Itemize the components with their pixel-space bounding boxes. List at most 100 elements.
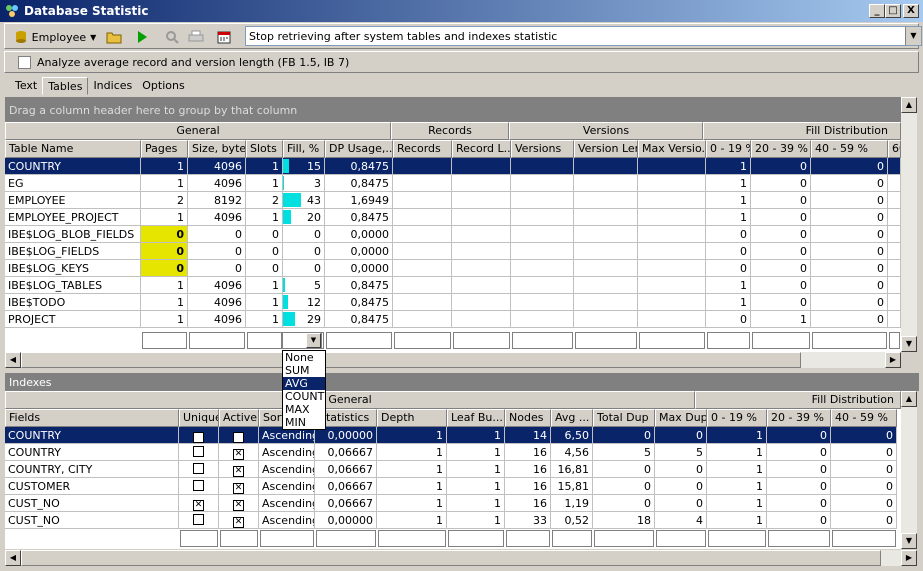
active-checkbox[interactable]: ✕ [233, 466, 244, 477]
indexes-vertical-scrollbar[interactable]: ▲ ▼ [901, 391, 917, 549]
column-header[interactable]: DP Usage,... [325, 140, 393, 158]
calendar-button[interactable] [213, 26, 235, 48]
column-header[interactable]: Size, bytes [188, 140, 246, 158]
summary-cell[interactable] [512, 332, 573, 349]
active-checkbox[interactable]: ✕ [233, 449, 244, 460]
index-cell[interactable]: ✕ [219, 444, 259, 461]
scroll-left-icon[interactable]: ◀ [5, 352, 21, 368]
column-header[interactable]: Version Len [574, 140, 638, 158]
print-button[interactable] [185, 26, 207, 48]
unique-checkbox[interactable]: ✕ [193, 500, 204, 511]
column-header[interactable]: Max Versio... [638, 140, 706, 158]
unique-checkbox[interactable] [193, 463, 204, 474]
column-header[interactable]: 60 [888, 140, 901, 158]
index-cell[interactable] [179, 461, 219, 478]
index-cell[interactable]: ✕ [219, 478, 259, 495]
active-checkbox[interactable]: ✕ [233, 483, 244, 494]
summary-cell[interactable] [889, 332, 900, 349]
chevron-down-icon[interactable]: ▼ [905, 27, 921, 45]
tables-horizontal-scrollbar[interactable]: ◀ ▶ [5, 352, 901, 368]
active-checkbox[interactable]: ✕ [233, 500, 244, 511]
summary-cell[interactable] [260, 530, 314, 547]
summary-cell[interactable] [656, 530, 706, 547]
column-header[interactable]: Fields [5, 409, 179, 427]
aggregate-option[interactable]: SUM [283, 364, 325, 377]
summary-cell[interactable] [247, 332, 282, 349]
tab-tables[interactable]: Tables [42, 77, 89, 95]
index-cell[interactable]: ✕ [219, 495, 259, 512]
column-header[interactable]: 40 - 59 % [831, 409, 897, 427]
column-header[interactable]: 20 - 39 % [767, 409, 831, 427]
summary-cell[interactable] [448, 530, 504, 547]
scroll-thumb[interactable] [21, 550, 881, 566]
band-fill-distribution[interactable]: Fill Distribution [703, 122, 901, 140]
index-cell[interactable]: ✕ [219, 461, 259, 478]
find-button[interactable] [161, 26, 183, 48]
active-checkbox[interactable]: ✕ [233, 432, 244, 443]
summary-cell[interactable] [326, 332, 392, 349]
column-header[interactable]: 0 - 19 % [707, 409, 767, 427]
scroll-down-icon[interactable]: ▼ [901, 533, 917, 549]
column-header[interactable]: Avg ... [551, 409, 593, 427]
index-cell[interactable] [179, 478, 219, 495]
index-cell[interactable] [179, 444, 219, 461]
aggregate-option[interactable]: AVG [283, 377, 325, 390]
chevron-down-icon[interactable]: ▼ [306, 333, 321, 348]
index-cell[interactable]: ✕ [219, 512, 259, 529]
summary-cell[interactable] [453, 332, 510, 349]
index-cell[interactable] [179, 512, 219, 529]
band-versions[interactable]: Versions [509, 122, 703, 140]
aggregate-option[interactable]: MIN [283, 416, 325, 429]
band-records[interactable]: Records [391, 122, 509, 140]
column-header[interactable]: Leaf Bu... [447, 409, 505, 427]
summary-cell[interactable] [707, 332, 750, 349]
column-header[interactable]: 40 - 59 % [811, 140, 888, 158]
tab-indices[interactable]: Indices [88, 77, 137, 95]
summary-cell[interactable] [142, 332, 187, 349]
retrieve-mode-select[interactable]: Stop retrieving after system tables and … [245, 26, 922, 46]
scroll-left-icon[interactable]: ◀ [5, 550, 21, 566]
close-button[interactable]: X [903, 4, 919, 18]
summary-cell[interactable] [506, 530, 550, 547]
summary-cell[interactable] [552, 530, 592, 547]
indexes-horizontal-scrollbar[interactable]: ◀ ▶ [5, 550, 917, 566]
summary-cell[interactable] [708, 530, 766, 547]
scroll-right-icon[interactable]: ▶ [885, 352, 901, 368]
column-header[interactable]: Versions [511, 140, 574, 158]
summary-cell[interactable] [394, 332, 451, 349]
unique-checkbox[interactable] [193, 480, 204, 491]
analyze-checkbox[interactable] [18, 56, 31, 69]
column-header[interactable]: Record L... [452, 140, 511, 158]
scroll-thumb[interactable] [21, 352, 801, 368]
group-by-panel[interactable]: Drag a column header here to group by th… [5, 97, 901, 122]
tables-vertical-scrollbar[interactable]: ▲ ▼ [901, 97, 917, 352]
summary-cell[interactable] [220, 530, 258, 547]
fill-aggregate-select[interactable]: ▼ [282, 332, 322, 349]
column-header[interactable]: Fill, % [283, 140, 325, 158]
minimize-button[interactable]: _ [869, 4, 885, 18]
active-checkbox[interactable]: ✕ [233, 517, 244, 528]
column-header[interactable]: Records [393, 140, 452, 158]
band-index-general[interactable]: General [5, 391, 695, 409]
tab-text[interactable]: Text [10, 77, 42, 95]
summary-cell[interactable] [189, 332, 245, 349]
summary-cell[interactable] [812, 332, 887, 349]
aggregate-option[interactable]: COUNT [283, 390, 325, 403]
summary-cell[interactable] [180, 530, 218, 547]
index-cell[interactable]: ✕ [179, 495, 219, 512]
database-selector-button[interactable]: Employee ▼ [11, 26, 99, 48]
summary-cell[interactable] [575, 332, 637, 349]
scroll-right-icon[interactable]: ▶ [901, 550, 917, 566]
tab-options[interactable]: Options [137, 77, 189, 95]
aggregate-option[interactable]: MAX [283, 403, 325, 416]
column-header[interactable]: 0 - 19 % [706, 140, 751, 158]
unique-checkbox[interactable] [193, 446, 204, 457]
scroll-up-icon[interactable]: ▲ [901, 97, 917, 113]
open-folder-button[interactable] [103, 26, 125, 48]
summary-cell[interactable] [752, 332, 810, 349]
summary-cell[interactable] [594, 530, 654, 547]
column-header[interactable]: 20 - 39 % [751, 140, 811, 158]
column-header[interactable]: Nodes [505, 409, 551, 427]
column-header[interactable]: Unique [179, 409, 219, 427]
index-cell[interactable]: ✕ [179, 427, 219, 444]
